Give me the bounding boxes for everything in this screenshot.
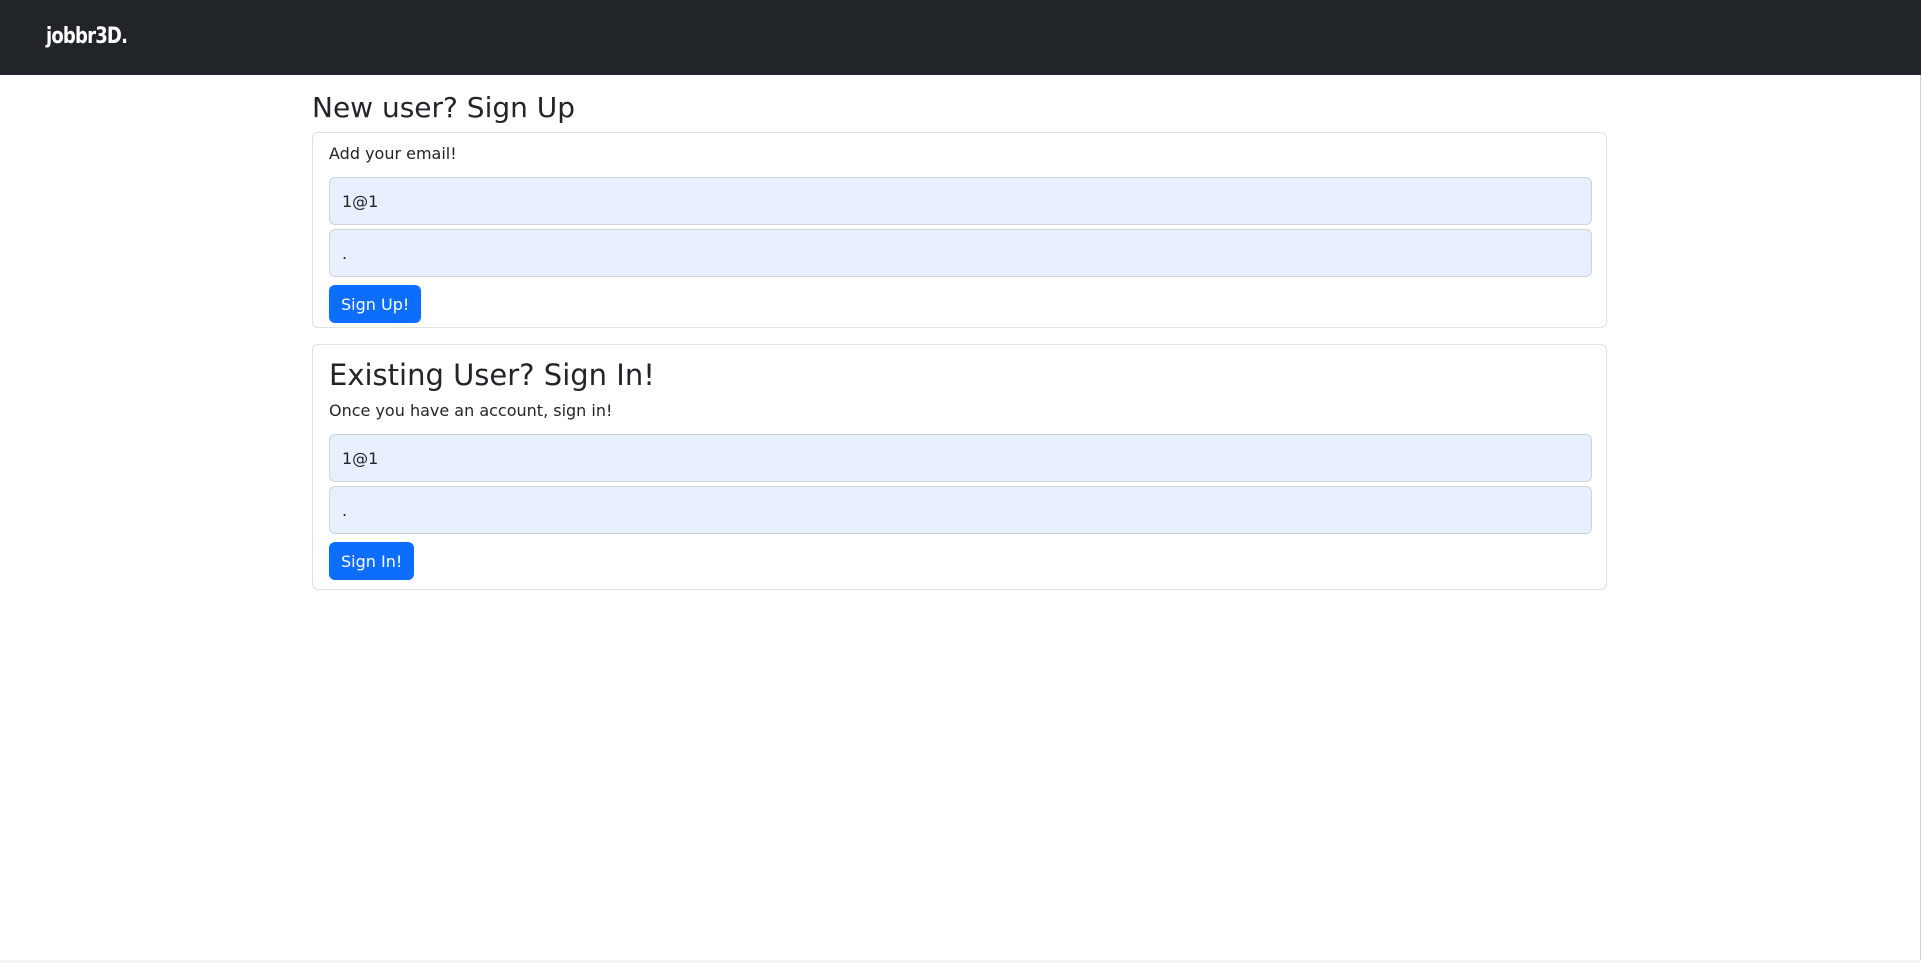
- signup-title: New user? Sign Up: [312, 91, 576, 124]
- signup-password-input[interactable]: [329, 229, 1592, 277]
- signup-card: Add your email! Sign Up!: [312, 132, 1607, 328]
- signin-card: Existing User? Sign In! Once you have an…: [312, 344, 1607, 590]
- sign-in-button[interactable]: Sign In!: [329, 542, 415, 580]
- brand-logo[interactable]: jobbr3D.: [46, 24, 128, 49]
- page: jobbr3D. New user? Sign Up Add your emai…: [0, 0, 1921, 963]
- signin-password-input[interactable]: [329, 486, 1592, 534]
- main-container: New user? Sign Up Add your email! Sign U…: [312, 75, 1607, 590]
- signin-email-input[interactable]: [329, 434, 1592, 482]
- sign-up-button[interactable]: Sign Up!: [329, 285, 422, 323]
- signup-prompt: Add your email!: [329, 144, 457, 163]
- signup-email-input[interactable]: [329, 177, 1592, 225]
- navbar: jobbr3D.: [0, 0, 1921, 75]
- signin-prompt: Once you have an account, sign in!: [329, 401, 613, 420]
- signin-title: Existing User? Sign In!: [329, 358, 655, 392]
